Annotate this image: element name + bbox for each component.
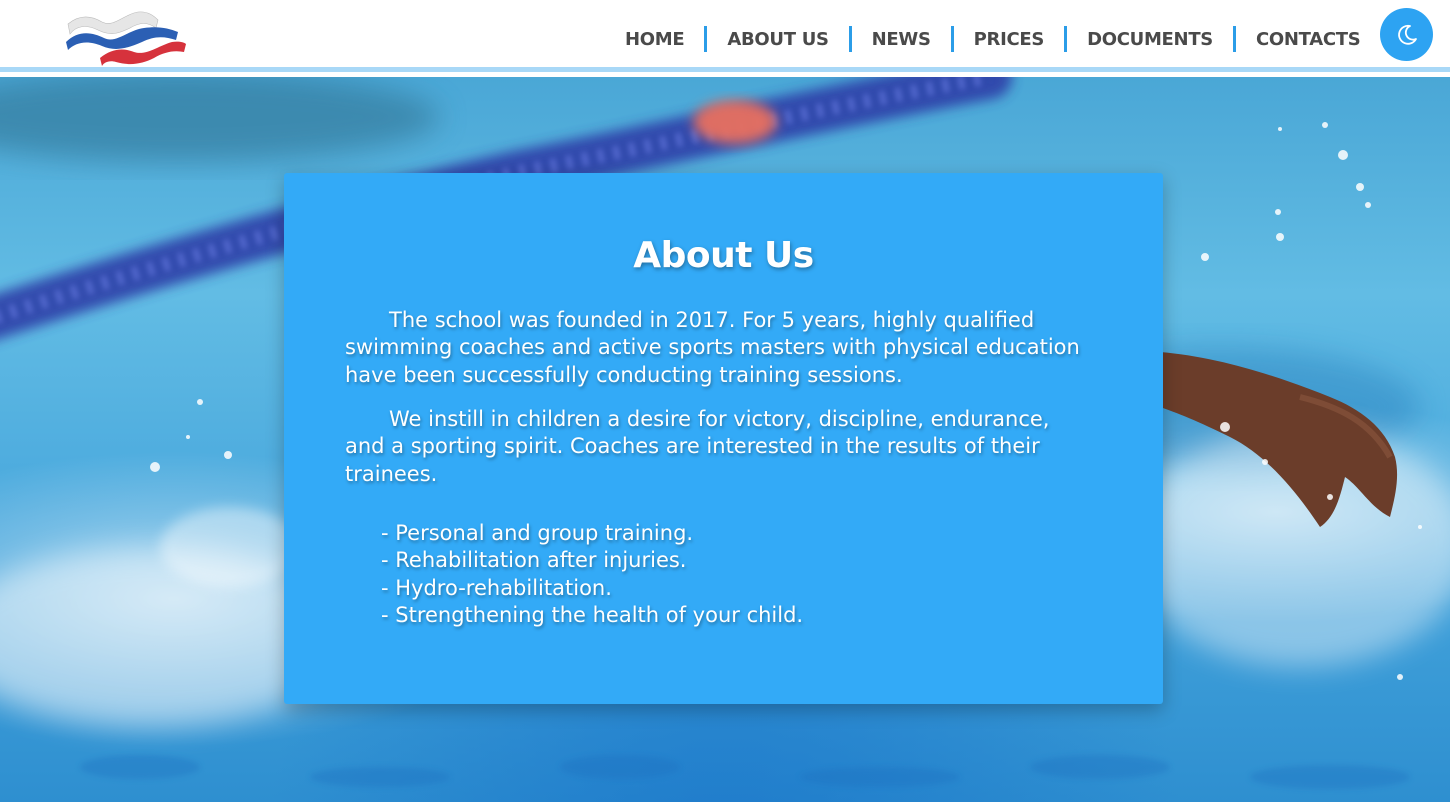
about-paragraph: The school was founded in 2017. For 5 ye… xyxy=(345,308,1080,387)
main-nav: HOME ABOUT US NEWS PRICES DOCUMENTS CONT… xyxy=(605,25,1380,53)
list-item: - Rehabilitation after injuries. xyxy=(381,548,687,573)
theme-toggle-button[interactable] xyxy=(1380,8,1433,61)
nav-news[interactable]: NEWS xyxy=(852,29,951,50)
list-item: - Hydro-rehabilitation. xyxy=(381,575,612,600)
about-paragraph: We instill in children a desire for vict… xyxy=(345,407,1050,486)
nav-contacts[interactable]: CONTACTS xyxy=(1236,29,1380,50)
list-item: - Strengthening the health of your child… xyxy=(381,602,804,627)
nav-home[interactable]: HOME xyxy=(605,29,704,50)
nav-prices[interactable]: PRICES xyxy=(954,29,1064,50)
moon-icon xyxy=(1397,24,1417,45)
page-title: About Us xyxy=(633,235,814,276)
nav-about-us[interactable]: ABOUT US xyxy=(707,29,848,50)
logo[interactable] xyxy=(62,6,188,68)
list-item: - Personal and group training. xyxy=(381,521,694,545)
about-us-card: About Us The school was founded in 2017.… xyxy=(284,173,1163,704)
nav-documents[interactable]: DOCUMENTS xyxy=(1067,29,1233,50)
site-header: HOME ABOUT US NEWS PRICES DOCUMENTS CONT… xyxy=(0,0,1450,72)
services-list: - Personal and group training. - Rehabil… xyxy=(381,520,803,629)
